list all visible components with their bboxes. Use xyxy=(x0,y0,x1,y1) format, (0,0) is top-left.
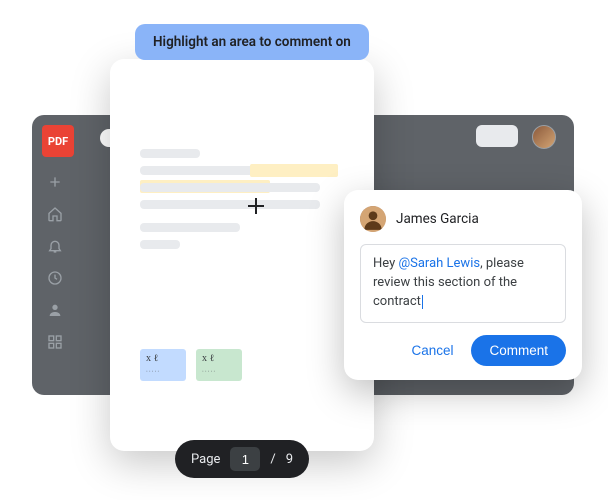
doc-text-line xyxy=(140,200,320,209)
clock-icon[interactable] xyxy=(46,269,64,287)
comment-button[interactable]: Comment xyxy=(471,335,566,366)
bg-avatar xyxy=(532,125,556,149)
page-total: 9 xyxy=(286,452,293,467)
doc-text-line xyxy=(140,223,240,232)
comment-text-prefix: Hey xyxy=(373,256,398,271)
mention[interactable]: @Sarah Lewis xyxy=(398,256,480,271)
pdf-badge: PDF xyxy=(42,125,74,157)
comment-popover: James Garcia Hey @Sarah Lewis, please re… xyxy=(344,190,582,380)
document-preview[interactable]: x ℓ ····· x ℓ ····· xyxy=(110,59,374,451)
home-icon[interactable] xyxy=(46,205,64,223)
page-separator: / xyxy=(270,452,275,467)
doc-text-line xyxy=(140,183,320,192)
dashboard-icon[interactable] xyxy=(46,333,64,351)
doc-text-line xyxy=(140,149,200,158)
crosshair-icon xyxy=(248,198,264,214)
signature-row: x ℓ ····· x ℓ ····· xyxy=(140,349,242,381)
signature-field-blue[interactable]: x ℓ ····· xyxy=(140,349,186,381)
page-input[interactable] xyxy=(230,447,260,471)
page-label: Page xyxy=(191,452,220,467)
sidebar-icons xyxy=(46,173,64,351)
signature-dots: ····· xyxy=(146,368,180,376)
signature-scribble: x ℓ xyxy=(146,354,180,364)
highlight-region[interactable] xyxy=(250,164,338,177)
doc-text-line xyxy=(140,166,320,175)
comment-input[interactable]: Hey @Sarah Lewis, please review this sec… xyxy=(360,244,566,323)
comment-header: James Garcia xyxy=(360,206,566,232)
signature-scribble: x ℓ xyxy=(202,354,236,364)
avatar xyxy=(360,206,386,232)
cancel-button[interactable]: Cancel xyxy=(399,335,465,366)
bell-icon[interactable] xyxy=(46,237,64,255)
plus-icon[interactable] xyxy=(46,173,64,191)
signature-dots: ····· xyxy=(202,368,236,376)
comment-author: James Garcia xyxy=(396,211,479,227)
pagination-bar: Page / 9 xyxy=(175,440,309,478)
bg-tab xyxy=(476,125,518,147)
person-icon[interactable] xyxy=(46,301,64,319)
text-caret xyxy=(422,295,423,309)
comment-actions: Cancel Comment xyxy=(360,335,566,366)
doc-text-line xyxy=(140,240,180,249)
highlight-tooltip: Highlight an area to comment on xyxy=(135,24,369,60)
signature-field-green[interactable]: x ℓ ····· xyxy=(196,349,242,381)
